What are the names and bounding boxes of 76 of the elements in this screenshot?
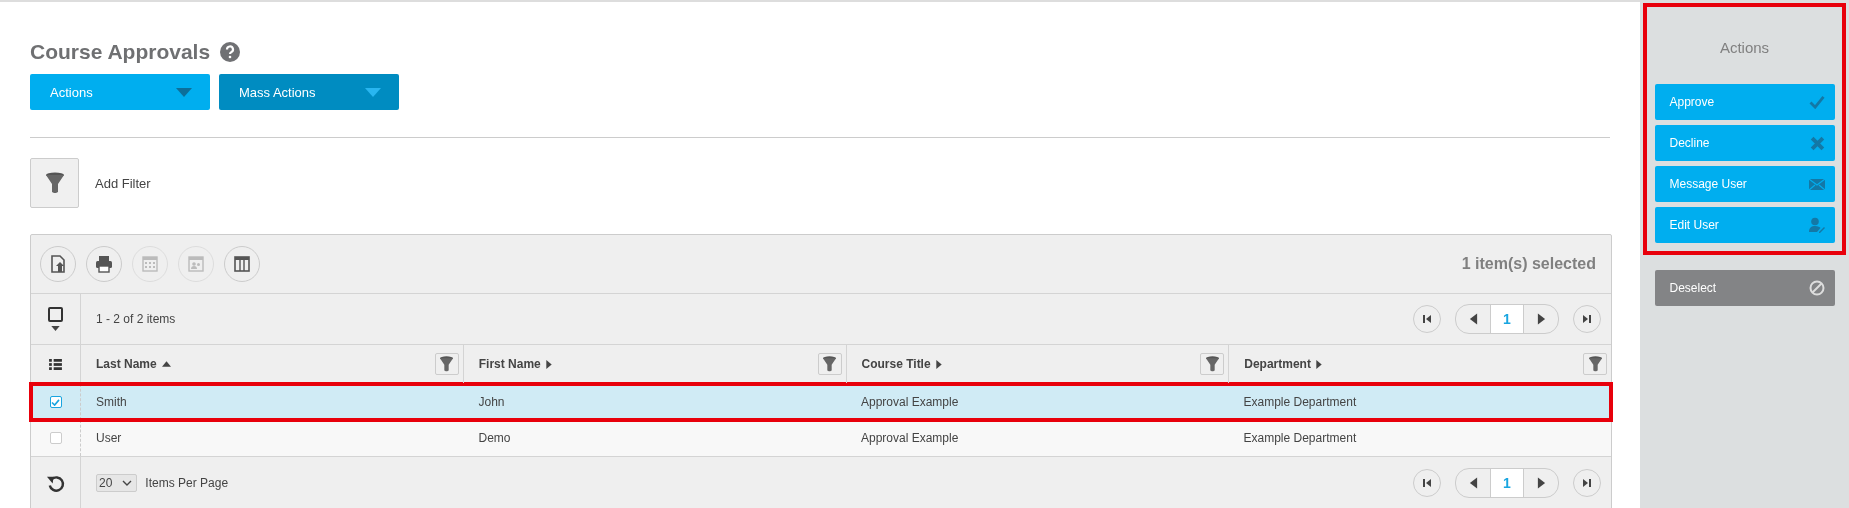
action-button[interactable]: Message User <box>1654 166 1835 202</box>
add-filter-label[interactable]: Add Filter <box>95 175 151 191</box>
triangle-left-icon <box>1468 477 1478 489</box>
column-header[interactable]: First Name <box>478 357 541 371</box>
selection-summary: 1 item(s) selected <box>1461 255 1596 273</box>
table-cell-text: Example Department <box>1242 430 1358 447</box>
column-filter-button[interactable] <box>817 353 842 375</box>
contact-card-icon <box>186 254 206 274</box>
first-page-button[interactable] <box>1413 469 1441 497</box>
column-filter-button[interactable] <box>1583 353 1607 375</box>
table-cell-text: Approval Example <box>860 430 960 447</box>
table-row[interactable]: User Demo Approval Example Example Department <box>31 420 1611 456</box>
page-number[interactable]: 1 <box>1490 305 1524 333</box>
caret-icon <box>365 87 381 97</box>
check-icon <box>1808 95 1825 109</box>
caret-icon <box>176 87 192 97</box>
funnel-icon <box>439 356 455 372</box>
action-button[interactable]: Edit User <box>1654 207 1835 243</box>
prohibited-icon <box>1808 280 1825 296</box>
filter-button[interactable] <box>30 158 79 208</box>
envelope-icon <box>1808 178 1825 190</box>
triangle-left-icon <box>1468 313 1478 325</box>
export-icon <box>48 254 68 274</box>
items-per-page-label: Items Per Page <box>145 476 229 490</box>
funnel-icon <box>1587 356 1603 372</box>
toolbar-button[interactable] <box>86 246 122 282</box>
row-checkbox[interactable] <box>49 432 62 444</box>
column-header[interactable]: Department <box>1244 357 1311 371</box>
item-range: 1 - 2 of 2 items <box>96 312 176 326</box>
last-page-icon <box>1582 478 1592 488</box>
columns-icon <box>232 254 252 274</box>
action-button[interactable]: Approve <box>1654 84 1835 120</box>
table-row[interactable]: Smith John Approval Example Example Department <box>31 384 1611 420</box>
table-cell-text: User <box>95 430 123 447</box>
row-checkbox[interactable] <box>49 396 62 408</box>
last-page-icon <box>1582 314 1592 324</box>
column-header[interactable]: Course Title <box>861 357 931 371</box>
table-cell-text: Example Department <box>1242 394 1358 411</box>
chevron-down-icon <box>122 480 133 486</box>
page-number[interactable]: 1 <box>1490 469 1524 497</box>
column-filter-button[interactable] <box>1200 353 1225 375</box>
funnel-icon <box>1204 356 1220 372</box>
cross-icon <box>1809 135 1825 151</box>
first-page-button[interactable] <box>1413 305 1441 333</box>
dropdown-button[interactable]: Actions <box>30 74 210 110</box>
action-button[interactable]: Decline <box>1654 125 1835 161</box>
triangle-right-icon <box>1536 477 1546 489</box>
toolbar-button[interactable] <box>40 246 76 282</box>
funnel-icon <box>44 172 65 194</box>
table-cell-text: Smith <box>95 394 128 411</box>
user-edit-icon <box>1808 217 1825 233</box>
refresh-icon[interactable] <box>46 473 65 493</box>
calendar-icon <box>140 254 160 274</box>
first-page-icon <box>1422 478 1432 488</box>
list-icon[interactable] <box>49 358 62 370</box>
last-page-button[interactable] <box>1573 305 1601 333</box>
sidebar-title: Actions <box>1719 39 1770 56</box>
deselect-button[interactable]: Deselect <box>1654 270 1835 306</box>
select-all-checkbox[interactable] <box>48 307 63 322</box>
column-header[interactable]: Last Name <box>96 357 157 371</box>
items-per-page-select[interactable]: 20 <box>96 474 138 492</box>
column-filter-button[interactable] <box>434 353 459 375</box>
first-page-icon <box>1422 314 1432 324</box>
dropdown-button[interactable]: Mass Actions <box>219 74 399 110</box>
caret-icon[interactable] <box>51 326 60 331</box>
last-page-button[interactable] <box>1573 469 1601 497</box>
table-cell-text: John <box>477 394 506 411</box>
toolbar-button[interactable] <box>224 246 260 282</box>
page-title: Course Approvals <box>30 40 211 64</box>
table-cell-text: Demo <box>477 430 512 447</box>
print-icon <box>94 254 114 274</box>
funnel-icon <box>822 356 837 372</box>
help-icon[interactable] <box>220 42 241 62</box>
triangle-right-icon <box>1536 313 1546 325</box>
check-icon <box>51 398 60 406</box>
table-cell-text: Approval Example <box>860 394 960 411</box>
